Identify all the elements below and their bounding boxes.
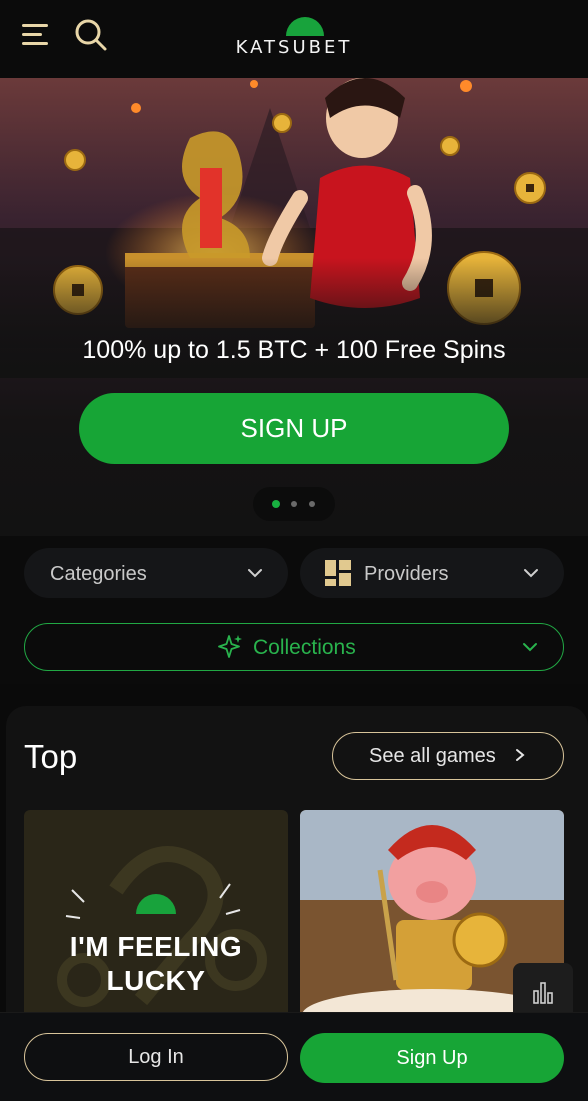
chevron-right-icon xyxy=(516,749,525,761)
collections-dropdown[interactable]: Collections xyxy=(24,623,564,671)
carousel-dot-3[interactable] xyxy=(309,501,315,507)
lucky-line-1: I'M FEELING xyxy=(69,931,243,962)
lucky-line-2: LUCKY xyxy=(106,965,206,996)
hamburger-menu-icon[interactable] xyxy=(22,22,50,48)
logo-text: KATSUBET xyxy=(235,37,353,58)
chevron-down-icon xyxy=(524,569,538,578)
login-button[interactable]: Log In xyxy=(24,1033,288,1081)
section-title: Top xyxy=(24,738,78,775)
logo-dome xyxy=(286,17,324,36)
collections-label: Collections xyxy=(253,636,356,659)
search-icon[interactable] xyxy=(74,18,108,52)
carousel-pagination xyxy=(253,487,335,521)
chevron-down-icon xyxy=(248,569,262,578)
hero-banner: 100% up to 1.5 BTC + 100 Free Spins SIGN… xyxy=(0,78,588,536)
sparkle-icon xyxy=(218,635,242,658)
promo-text: 100% up to 1.5 BTC + 100 Free Spins xyxy=(82,336,506,364)
providers-label: Providers xyxy=(364,563,449,585)
game-tile-feeling-lucky[interactable]: I'M FEELING LUCKY xyxy=(24,810,288,1020)
feeling-lucky-text: I'M FEELING LUCKY xyxy=(24,930,288,998)
signup-button[interactable]: Sign Up xyxy=(300,1033,564,1083)
providers-dropdown[interactable]: Providers xyxy=(300,548,564,598)
categories-label: Categories xyxy=(50,563,147,585)
carousel-dot-1[interactable] xyxy=(272,500,280,508)
hero-signup-button[interactable]: SIGN UP xyxy=(79,393,509,464)
bottom-auth-bar: Log In Sign Up xyxy=(0,1012,588,1101)
top-header: KATSUBET xyxy=(0,0,588,79)
bar-chart-icon xyxy=(533,982,553,1004)
providers-grid-icon xyxy=(325,560,351,586)
chevron-down-icon xyxy=(523,643,537,652)
carousel-dot-2[interactable] xyxy=(291,501,297,507)
categories-dropdown[interactable]: Categories xyxy=(24,548,288,598)
see-all-label: See all games xyxy=(369,745,496,767)
see-all-games-button[interactable]: See all games xyxy=(332,732,564,780)
katsubet-logo[interactable]: KATSUBET xyxy=(224,14,364,64)
game-filters: Categories Providers Collections xyxy=(0,536,588,684)
